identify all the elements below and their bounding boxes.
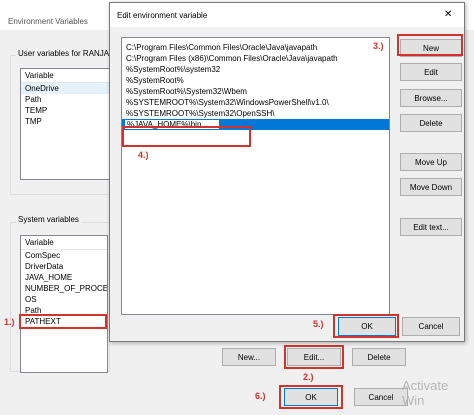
system-new-button[interactable]: New... [222,348,276,366]
cancel-button[interactable]: Cancel [402,317,460,336]
browse-button[interactable]: Browse... [400,89,462,107]
list-item-tmp[interactable]: TMP [21,116,109,127]
fg-title-bar: Edit environment variable ✕ [110,3,464,27]
edit-text-button[interactable]: Edit text... [400,218,462,236]
list-item-number-of-processors[interactable]: NUMBER_OF_PROCESSORS [21,283,107,294]
list-item-temp[interactable]: TEMP [21,105,109,116]
annotation-box-new-button [397,34,463,56]
list-item-driverdata[interactable]: DriverData [21,261,107,272]
system-variables-list[interactable]: Variable ComSpec DriverData JAVA_HOME NU… [20,235,108,373]
move-down-button[interactable]: Move Down [400,178,462,196]
fg-dialog-title: Edit environment variable [117,11,208,20]
annotation-label-step1: 1.) [4,317,15,327]
user-variables-list[interactable]: Variable OneDrive Path TEMP TMP [20,68,110,180]
bg-cancel-button[interactable]: Cancel [354,388,408,406]
path-entry[interactable]: %SYSTEMROOT%\System32\OpenSSH\ [122,108,389,119]
windows-activation-watermark: Activate Win [402,378,449,408]
annotation-label-step3: 3.) [373,41,384,51]
close-icon[interactable]: ✕ [444,9,452,20]
path-entry[interactable]: C:\Program Files (x86)\Common Files\Orac… [122,53,389,64]
delete-button[interactable]: Delete [400,114,462,132]
list-item-comspec[interactable]: ComSpec [21,250,107,261]
list-item-java-home[interactable]: JAVA_HOME [21,272,107,283]
path-entry[interactable]: %SYSTEMROOT%\System32\WindowsPowerShell\… [122,97,389,108]
annotation-box-path-variable [19,314,107,329]
bg-dialog-title: Environment Variables [8,17,88,26]
system-variables-label: System variables [16,215,81,224]
move-up-button[interactable]: Move Up [400,153,462,171]
edit-button[interactable]: Edit [400,63,462,81]
annotation-label-step4: 4.) [138,150,149,160]
list-item-onedrive[interactable]: OneDrive [21,83,109,94]
list-item-path[interactable]: Path [21,94,109,105]
annotation-label-step5: 5.) [313,319,324,329]
user-variables-label: User variables for RANJAN [16,49,117,58]
annotation-box-bg-ok [279,385,343,409]
list-header[interactable]: Variable [21,69,109,83]
annotation-label-step2: 2.) [303,372,314,382]
annotation-box-fg-ok [333,314,399,338]
path-entries-list[interactable]: C:\Program Files\Common Files\Oracle\Jav… [121,37,390,315]
path-entry[interactable]: %SystemRoot%\System32\Wbem [122,86,389,97]
annotation-box-edit-button [284,345,344,369]
annotation-box-new-entry [122,126,251,147]
list-header[interactable]: Variable [21,236,107,250]
path-entry[interactable]: %SystemRoot%\system32 [122,64,389,75]
system-delete-button[interactable]: Delete [352,348,406,366]
path-entry[interactable]: C:\Program Files\Common Files\Oracle\Jav… [122,42,389,53]
path-entry[interactable]: %SystemRoot% [122,75,389,86]
list-item-os[interactable]: OS [21,294,107,305]
annotation-label-step6: 6.) [255,391,266,401]
